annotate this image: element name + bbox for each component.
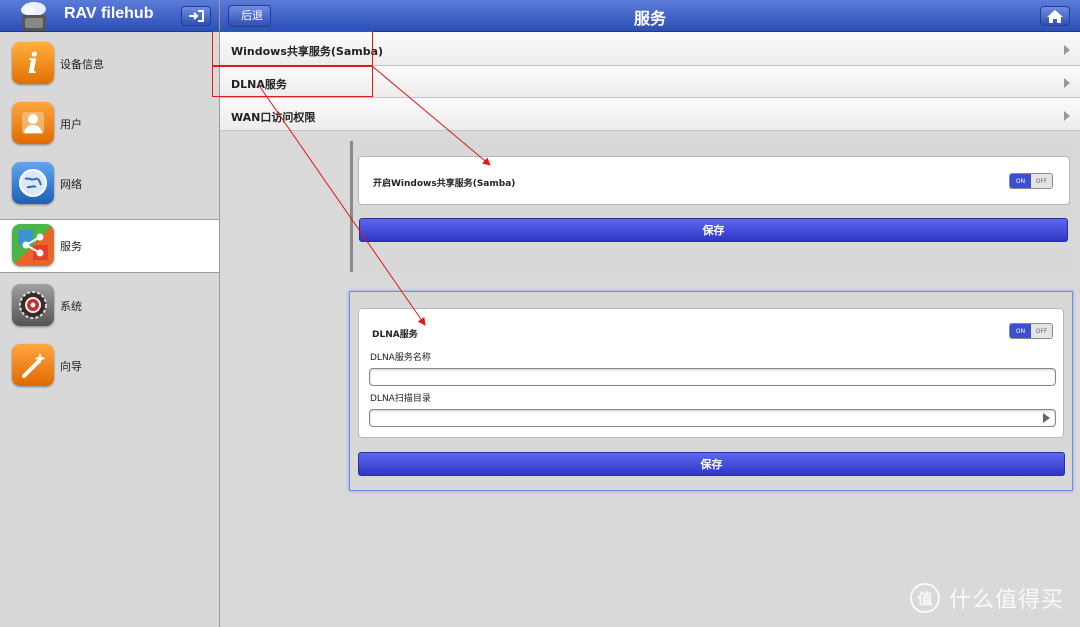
share-icon [12, 224, 54, 266]
samba-toggle-card: 开启Windows共享服务(Samba) ON OFF [358, 156, 1070, 205]
dlna-toggle-switch[interactable]: ON OFF [1009, 323, 1053, 339]
play-arrow-icon [1043, 413, 1050, 423]
dlna-dir-select[interactable] [369, 409, 1056, 427]
logout-icon [189, 10, 204, 22]
samba-toggle-switch[interactable]: ON OFF [1009, 173, 1053, 189]
dlna-title: DLNA服务 [372, 330, 418, 340]
watermark: 值 什么值得买 [910, 582, 1064, 614]
sidebar-item-system[interactable]: 系统 [0, 279, 219, 335]
chevron-right-icon [1064, 111, 1070, 121]
dlna-save-button[interactable]: 保存 [358, 452, 1065, 476]
sidebar-item-wizard[interactable]: 向导 [0, 339, 219, 395]
toggle-off-label: OFF [1031, 174, 1052, 188]
sidebar-item-label: 向导 [60, 360, 82, 373]
sidebar-item-label: 服务 [60, 240, 82, 253]
globe-icon [12, 162, 54, 204]
logout-button[interactable] [181, 6, 211, 26]
toggle-on-label: ON [1010, 324, 1031, 338]
sidebar-header: RAV filehub [0, 0, 219, 32]
page-title: 服务 [633, 9, 666, 28]
dlna-name-label: DLNA服务名称 [370, 353, 431, 363]
dlna-name-input[interactable] [369, 368, 1056, 386]
system-gear-icon [12, 284, 54, 326]
top-navigation-bar: 后退 服务 [220, 0, 1080, 32]
sidebar-item-services[interactable]: 服务 [0, 219, 219, 273]
sidebar-item-network[interactable]: 网络 [0, 157, 219, 213]
samba-save-button[interactable]: 保存 [359, 218, 1068, 242]
dlna-settings-card: DLNA服务 ON OFF DLNA服务名称 DLNA扫描目录 [358, 308, 1064, 438]
annotation-box-dlna [212, 66, 373, 97]
home-button[interactable] [1040, 6, 1070, 26]
sidebar-item-label: 系统 [60, 300, 82, 313]
toggle-off-label: OFF [1031, 324, 1052, 338]
samba-settings-panel: 开启Windows共享服务(Samba) ON OFF 保存 [350, 141, 1072, 272]
watermark-text: 什么值得买 [949, 588, 1065, 613]
dlna-dir-label: DLNA扫描目录 [370, 394, 431, 404]
info-icon: i [12, 42, 54, 84]
watermark-logo-icon: 值 [910, 583, 940, 613]
chevron-right-icon [1064, 78, 1070, 88]
wizard-wand-icon [12, 344, 54, 386]
chevron-right-icon [1064, 45, 1070, 55]
sidebar: RAV filehub i 设备信息 用户 网络 服务 系统 向导 [0, 0, 220, 627]
sidebar-item-label: 网络 [60, 178, 82, 191]
service-row-wan-access[interactable]: WAN口访问权限 [220, 98, 1080, 131]
app-title: RAV filehub [64, 5, 154, 22]
samba-toggle-label: 开启Windows共享服务(Samba) [373, 179, 516, 189]
home-icon [1047, 9, 1063, 23]
filehub-logo-icon [21, 2, 46, 31]
toggle-on-label: ON [1010, 174, 1031, 188]
sidebar-item-device-info[interactable]: i 设备信息 [0, 37, 219, 93]
dlna-settings-panel: DLNA服务 ON OFF DLNA服务名称 DLNA扫描目录 保存 [349, 291, 1073, 491]
annotation-box-samba [212, 31, 373, 66]
sidebar-item-label: 设备信息 [60, 58, 104, 71]
user-icon [12, 102, 54, 144]
service-label: WAN口访问权限 [231, 111, 316, 124]
sidebar-item-users[interactable]: 用户 [0, 97, 219, 153]
sidebar-item-label: 用户 [60, 118, 82, 131]
